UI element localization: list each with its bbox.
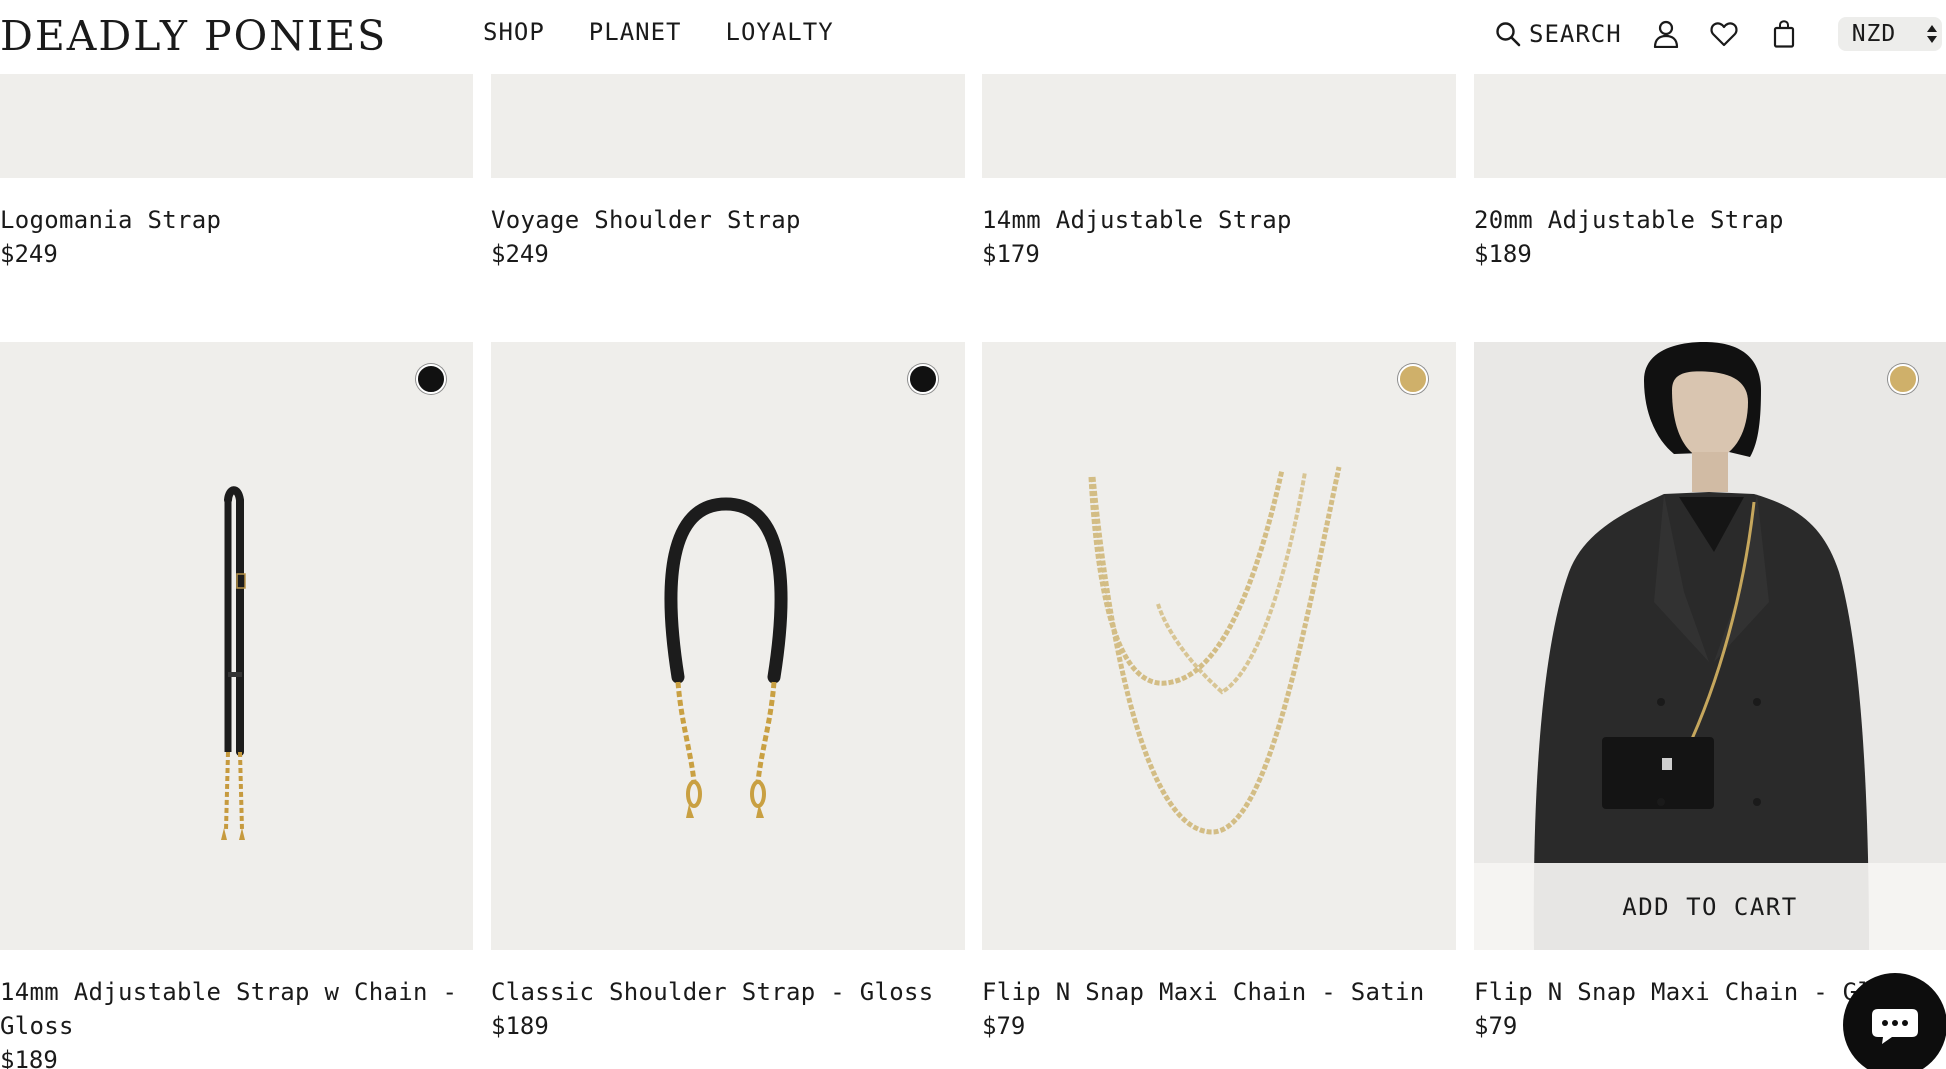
maxi-chain-image [1088, 466, 1342, 835]
wishlist-button[interactable] [1710, 18, 1738, 50]
heart-icon [1710, 22, 1738, 47]
model-wearing-chain-image [1533, 342, 1869, 950]
product-price: $79 [982, 1012, 1026, 1040]
header-tools: SEARCH NZD [1495, 14, 1942, 54]
search-button[interactable]: SEARCH [1495, 20, 1622, 48]
product-image[interactable] [491, 60, 965, 178]
product-image[interactable]: ADD TO CART [1474, 342, 1946, 950]
product-name[interactable]: Flip N Snap Maxi Chain - Satin [982, 975, 1424, 1009]
product-price: $79 [1474, 1012, 1518, 1040]
nav-loyalty[interactable]: LOYALTY [726, 18, 834, 46]
account-button[interactable] [1652, 18, 1680, 50]
color-swatch[interactable] [908, 364, 938, 394]
product-image[interactable] [982, 60, 1456, 178]
product-name[interactable]: Classic Shoulder Strap - Gloss [491, 975, 933, 1009]
select-arrows-icon [1926, 25, 1937, 43]
cart-button[interactable] [1770, 18, 1798, 50]
product-image[interactable] [1474, 60, 1946, 178]
site-header: DEADLY PONIES SHOP PLANET LOYALTY SEARCH [0, 0, 1946, 74]
bag-icon [1773, 20, 1794, 48]
search-label: SEARCH [1529, 20, 1622, 48]
main-nav: SHOP PLANET LOYALTY [483, 18, 834, 46]
product-price: $179 [982, 240, 1040, 268]
product-image[interactable] [0, 342, 473, 950]
product-price: $249 [491, 240, 549, 268]
product-image[interactable] [491, 342, 965, 950]
product-name[interactable]: Voyage Shoulder Strap [491, 203, 801, 237]
product-price: $189 [0, 1046, 58, 1069]
shoulder-strap-image [664, 497, 788, 818]
product-name[interactable]: 14mm Adjustable Strap w Chain - [0, 975, 457, 1009]
search-icon [1496, 22, 1521, 47]
user-icon [1653, 20, 1678, 48]
add-to-cart-button[interactable]: ADD TO CART [1474, 863, 1946, 950]
nav-planet[interactable]: PLANET [589, 18, 682, 46]
currency-select[interactable]: NZD [1837, 17, 1942, 51]
product-image[interactable] [982, 342, 1456, 950]
currency-value: NZD [1851, 21, 1897, 47]
chat-launcher-button[interactable] [1843, 973, 1946, 1069]
nav-shop[interactable]: SHOP [483, 18, 545, 46]
product-price: $249 [0, 240, 58, 268]
product-image[interactable] [0, 60, 473, 178]
product-name-line2[interactable]: Gloss [0, 1009, 74, 1043]
color-swatch[interactable] [1888, 364, 1918, 394]
strap-with-chain-image [221, 486, 246, 840]
product-name[interactable]: Logomania Strap [0, 203, 221, 237]
color-swatch[interactable] [416, 364, 446, 394]
product-price: $189 [1474, 240, 1532, 268]
product-name[interactable]: 20mm Adjustable Strap [1474, 203, 1784, 237]
product-name[interactable]: 14mm Adjustable Strap [982, 203, 1292, 237]
color-swatch[interactable] [1398, 364, 1428, 394]
brand-logo[interactable]: DEADLY PONIES [0, 12, 387, 60]
product-price: $189 [491, 1012, 549, 1040]
chat-icon [1872, 1009, 1918, 1044]
